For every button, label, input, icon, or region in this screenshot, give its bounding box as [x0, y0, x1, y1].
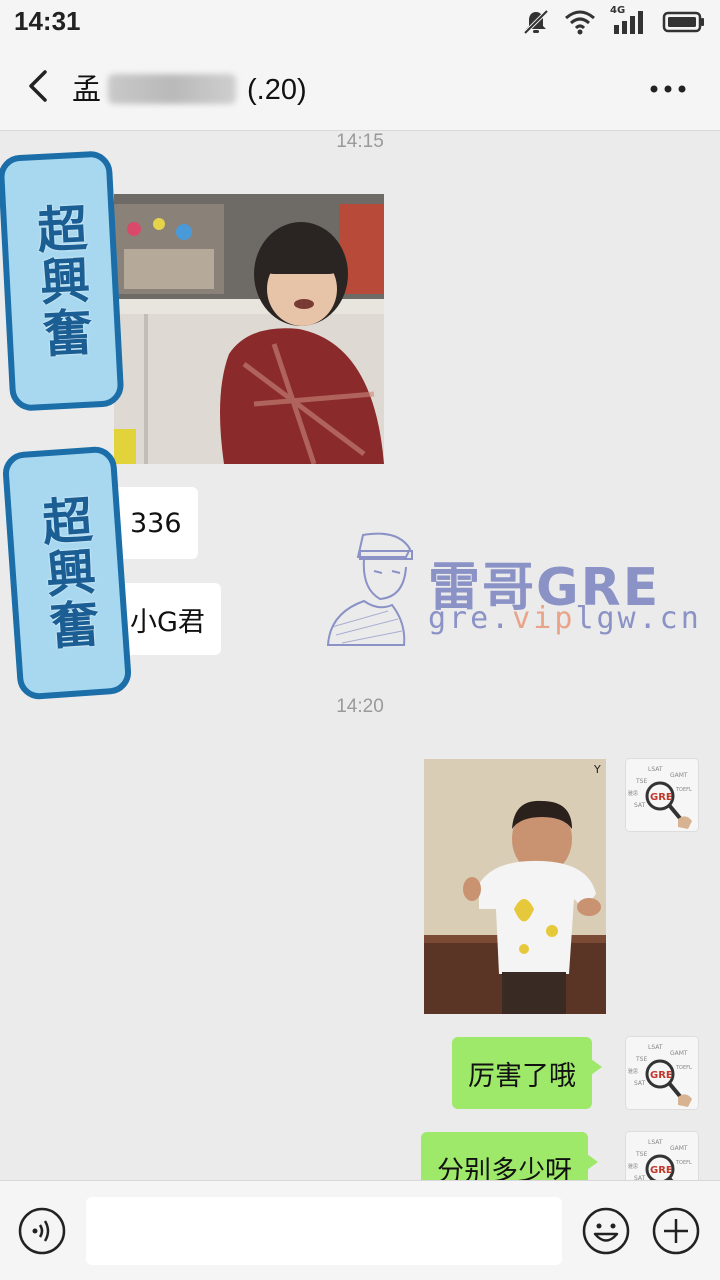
back-icon: [29, 70, 47, 102]
watermark-url: gre.viplgw.cn: [428, 601, 702, 636]
battery-icon: [662, 11, 704, 33]
svg-text:GRE: GRE: [650, 792, 673, 803]
sticker-chao-xing-fen: 超興奮: [1, 445, 133, 701]
incoming-photo-girl[interactable]: [114, 194, 384, 464]
svg-text:雅思: 雅思: [628, 1068, 638, 1075]
avatar[interactable]: LSAT GAMT TSE TOEFL 雅思 SAT GRE: [626, 1037, 698, 1109]
svg-text:GAMT: GAMT: [670, 1145, 688, 1152]
message-text: 分别多少呀: [437, 1155, 572, 1181]
emoji-button[interactable]: [582, 1207, 630, 1255]
chat-screen: 14:31 4G 孟 (.20) 14:15 超興奮 336 小G君 超興奮 雷…: [0, 0, 720, 1280]
voice-icon: [18, 1207, 66, 1255]
outgoing-message[interactable]: 分别多少呀: [421, 1132, 598, 1181]
watermark-url-part-1: gre.: [428, 601, 513, 636]
outgoing-photo-boy[interactable]: Y: [424, 759, 606, 1014]
status-time: 14:31: [14, 6, 81, 36]
title-redaction: [108, 74, 236, 104]
girl-photo-image: [114, 194, 384, 464]
sticker-text: 超興奮: [27, 201, 95, 361]
signal-icon: 4G: [610, 5, 648, 35]
mute-icon: [523, 9, 549, 35]
gre-avatar-image: LSAT GAMT TSE TOEFL 雅思 SAT GRE: [626, 759, 698, 831]
incoming-message[interactable]: 336: [114, 487, 198, 559]
outgoing-message[interactable]: 厉害了哦: [452, 1037, 602, 1109]
svg-text:GAMT: GAMT: [670, 1050, 688, 1057]
input-bar: [0, 1180, 720, 1280]
svg-text:TSE: TSE: [635, 1056, 647, 1063]
watermark-url-highlight: vip: [512, 601, 576, 636]
svg-text:GAMT: GAMT: [670, 772, 688, 779]
back-button[interactable]: [18, 66, 58, 106]
watermark-url-part-2: lgw.cn: [575, 601, 702, 636]
svg-text:TOEFL: TOEFL: [675, 787, 692, 793]
gre-avatar-image: LSAT GAMT TSE TOEFL 雅思 SAT GRE: [626, 1037, 698, 1109]
timestamp: 14:15: [336, 131, 384, 152]
watermark-logo: 雷哥GRE gre.viplgw.cn: [318, 521, 699, 651]
svg-text:SAT: SAT: [634, 802, 646, 809]
avatar[interactable]: LSAT GAMT TSE TOEFL 雅思 SAT GRE: [626, 759, 698, 831]
svg-text:LSAT: LSAT: [648, 1139, 663, 1146]
svg-text:TOEFL: TOEFL: [675, 1065, 692, 1071]
emoji-icon: [582, 1207, 630, 1255]
message-text: 小G君: [130, 606, 205, 638]
wifi-icon: [565, 10, 595, 35]
message-input[interactable]: [86, 1197, 562, 1265]
more-button[interactable]: [640, 74, 696, 104]
more-functions-button[interactable]: [652, 1207, 700, 1255]
chat-title-end: (.20): [247, 74, 307, 106]
timestamp: 14:20: [336, 696, 384, 717]
incoming-message[interactable]: 小G君: [114, 583, 221, 655]
svg-text:TSE: TSE: [635, 778, 647, 785]
svg-text:Y: Y: [593, 763, 601, 776]
status-bar: 14:31 4G: [0, 0, 720, 44]
sticker-text: 超興奮: [32, 493, 102, 653]
title-bar: 孟 (.20): [0, 44, 720, 131]
message-text: 336: [130, 507, 182, 539]
svg-text:GRE: GRE: [650, 1165, 673, 1176]
svg-text:雅思: 雅思: [628, 1163, 638, 1170]
voice-button[interactable]: [18, 1207, 66, 1255]
svg-text:雅思: 雅思: [628, 790, 638, 797]
gre-avatar-image: LSAT GAMT TSE TOEFL 雅思 SAT GRE: [626, 1132, 698, 1180]
message-text: 厉害了哦: [468, 1060, 576, 1092]
svg-text:GRE: GRE: [650, 1070, 673, 1081]
watermark-portrait-icon: [326, 532, 413, 646]
svg-text:LSAT: LSAT: [648, 1044, 663, 1051]
status-icons: 4G: [522, 5, 706, 36]
svg-text:SAT: SAT: [634, 1080, 646, 1087]
svg-text:TSE: TSE: [635, 1151, 647, 1158]
more-icon: [650, 85, 686, 93]
message-list[interactable]: 14:15 超興奮 336 小G君 超興奮 雷哥GRE gre.viplgw.c…: [0, 131, 720, 1180]
avatar[interactable]: LSAT GAMT TSE TOEFL 雅思 SAT GRE: [626, 1132, 698, 1180]
svg-text:LSAT: LSAT: [648, 766, 663, 773]
sticker-chao-xing-fen: 超興奮: [0, 150, 125, 412]
plus-icon: [652, 1207, 700, 1255]
chat-title-start: 孟: [72, 74, 102, 106]
boy-photo-image: Y: [424, 759, 606, 1014]
svg-text:TOEFL: TOEFL: [675, 1160, 692, 1166]
